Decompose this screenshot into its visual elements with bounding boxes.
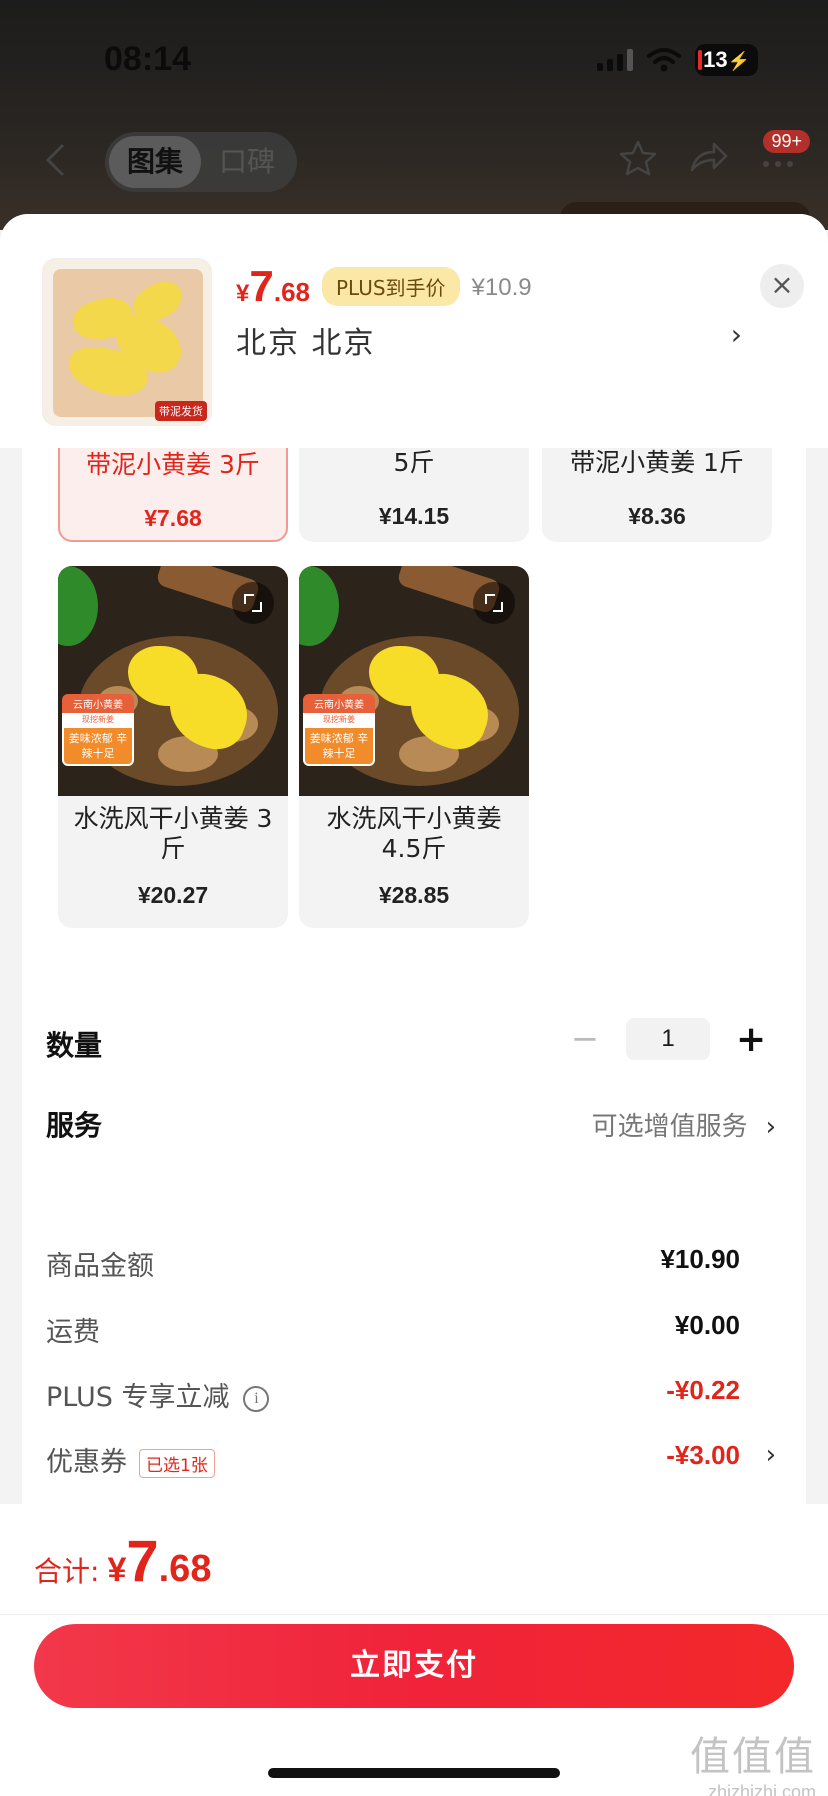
thumbnail-tag: 带泥发货: [155, 401, 207, 421]
decrease-button[interactable]: −: [570, 1019, 600, 1059]
tab-gallery[interactable]: 图集: [109, 136, 201, 188]
leaf: [58, 566, 98, 646]
current-price: ¥7.68: [236, 262, 310, 311]
home-indicator[interactable]: [268, 1768, 560, 1778]
share-icon[interactable]: [688, 138, 728, 182]
shipping-label: 运费: [46, 1317, 100, 1348]
wifi-icon: [647, 47, 682, 73]
sku-option[interactable]: 云南小黄姜 现挖新姜 姜味浓郁 辛辣十足 水洗风干小黄姜 4.5斤 ¥28.85: [299, 566, 529, 928]
nav-bar: 图集 口碑 99+: [0, 128, 828, 198]
promo-label-line: 云南小黄姜: [303, 694, 375, 713]
watermark-logo: 值值值: [690, 1734, 816, 1780]
increase-button[interactable]: +: [736, 1019, 766, 1060]
checkout-footer: 合计: ¥ 7 .68 立即支付 值值值 zhizhizhi.com: [0, 1504, 828, 1796]
expand-icon[interactable]: [232, 582, 274, 624]
notification-badge: 99+: [763, 130, 810, 153]
chevron-right-icon[interactable]: ›: [731, 318, 742, 351]
quantity-label: 数量: [46, 1029, 103, 1062]
coupon-selected-tag: 已选1张: [139, 1449, 215, 1478]
watermark: 值值值 zhizhizhi.com: [690, 1724, 816, 1796]
service-row[interactable]: 服务 可选增值服务 ›: [22, 1092, 806, 1152]
coupon-text: 优惠券: [46, 1447, 127, 1478]
sku-option[interactable]: 云南小黄姜 现挖新姜 姜味浓郁 辛辣十足 水洗风干小黄姜 3斤 ¥20.27: [58, 566, 288, 928]
delivery-address[interactable]: 北京 北京: [236, 318, 376, 362]
service-value: 可选增值服务: [591, 1112, 748, 1142]
nav-actions: 99+: [618, 130, 810, 182]
service-label: 服务: [46, 1109, 103, 1142]
signal-icon: [597, 49, 634, 71]
chevron-right-icon: ›: [765, 1112, 776, 1142]
option-price: ¥14.15: [378, 503, 450, 529]
option-name: 带泥小黄姜 3斤: [86, 450, 260, 479]
option-name: 5斤: [393, 448, 435, 477]
total-integer: 7: [126, 1529, 159, 1594]
option-price: ¥8.36: [628, 503, 686, 529]
battery-level: 13: [703, 47, 728, 72]
quantity-stepper: − 1 +: [570, 1018, 766, 1060]
coupon-label: 优惠券 已选1张: [46, 1440, 215, 1479]
back-icon[interactable]: [38, 140, 78, 180]
total-decimal: .68: [158, 1548, 212, 1590]
sheet-header: 带泥发货 ¥7.68 PLUS到手价 ¥10.9 北京 北京 › ×: [0, 214, 828, 448]
promo-label: 云南小黄姜 现挖新姜 姜味浓郁 辛辣十足: [303, 694, 375, 766]
plus-discount-label: PLUS 专享立减 i: [46, 1375, 270, 1414]
divider: [0, 1614, 828, 1615]
plus-price-tag: PLUS到手价: [322, 267, 460, 306]
sku-sheet: 带泥发货 ¥7.68 PLUS到手价 ¥10.9 北京 北京 › × 带泥小黄姜…: [0, 214, 828, 1796]
option-name: 带泥小黄姜 1斤: [570, 448, 744, 477]
tab-reviews[interactable]: 口碑: [201, 136, 293, 188]
close-button[interactable]: ×: [760, 264, 804, 308]
original-price: ¥10.9: [471, 274, 532, 301]
status-icons: 13⚡: [597, 44, 758, 76]
chevron-right-icon[interactable]: ›: [766, 1440, 776, 1470]
option-name: 水洗风干小黄姜 4.5斤: [326, 804, 502, 863]
option-price: ¥28.85: [378, 882, 450, 908]
leaf: [299, 566, 339, 646]
option-image: 云南小黄姜 现挖新姜 姜味浓郁 辛辣十足: [299, 566, 529, 796]
total-currency: ¥: [107, 1551, 127, 1589]
expand-icon[interactable]: [473, 582, 515, 624]
promo-label-line: 姜味浓郁 辛辣十足: [62, 726, 134, 766]
price-row: ¥7.68 PLUS到手价 ¥10.9: [236, 262, 532, 312]
service-selector[interactable]: 可选增值服务 ›: [592, 1106, 776, 1143]
promo-label-line: 现挖新姜: [303, 713, 375, 726]
option-price: ¥7.68: [144, 505, 202, 531]
quantity-row: 数量 − 1 +: [22, 1012, 806, 1072]
goods-amount-row: 商品金额 ¥10.90: [22, 1236, 806, 1286]
quantity-input[interactable]: 1: [626, 1018, 710, 1060]
option-image: 云南小黄姜 现挖新姜 姜味浓郁 辛辣十足: [58, 566, 288, 796]
goods-amount-value: ¥10.90: [660, 1244, 740, 1274]
promo-label-line: 现挖新姜: [62, 713, 134, 726]
shipping-value: ¥0.00: [674, 1310, 740, 1340]
nav-tabs: 图集 口碑: [105, 132, 297, 192]
option-name: 水洗风干小黄姜 3斤: [73, 804, 273, 863]
info-icon[interactable]: i: [243, 1385, 270, 1412]
coupon-value: -¥3.00: [666, 1440, 740, 1470]
total-price: 合计: ¥ 7 .68: [34, 1528, 211, 1595]
pay-now-button[interactable]: 立即支付: [34, 1624, 794, 1708]
favorite-star-icon[interactable]: [618, 138, 658, 182]
watermark-url: zhizhizhi.com: [707, 1782, 816, 1796]
promo-label: 云南小黄姜 现挖新姜 姜味浓郁 辛辣十足: [62, 694, 134, 766]
goods-amount-label: 商品金额: [46, 1251, 154, 1282]
battery-icon: 13⚡: [695, 44, 758, 76]
plus-discount-value: -¥0.22: [666, 1375, 740, 1405]
plus-discount-row: PLUS 专享立减 i -¥0.22: [22, 1367, 806, 1417]
more-icon[interactable]: 99+: [758, 130, 810, 180]
status-bar: 08:14 13⚡: [0, 0, 828, 120]
coupon-row[interactable]: 优惠券 已选1张 -¥3.00 ›: [22, 1432, 806, 1482]
plus-discount-text: PLUS 专享立减: [46, 1382, 230, 1413]
total-label: 合计:: [34, 1555, 100, 1588]
shipping-row: 运费 ¥0.00: [22, 1302, 806, 1352]
status-time: 08:14: [104, 40, 191, 78]
option-price: ¥20.27: [137, 882, 209, 908]
product-thumbnail[interactable]: 带泥发货: [42, 258, 212, 426]
promo-label-line: 姜味浓郁 辛辣十足: [303, 726, 375, 766]
promo-label-line: 云南小黄姜: [62, 694, 134, 713]
